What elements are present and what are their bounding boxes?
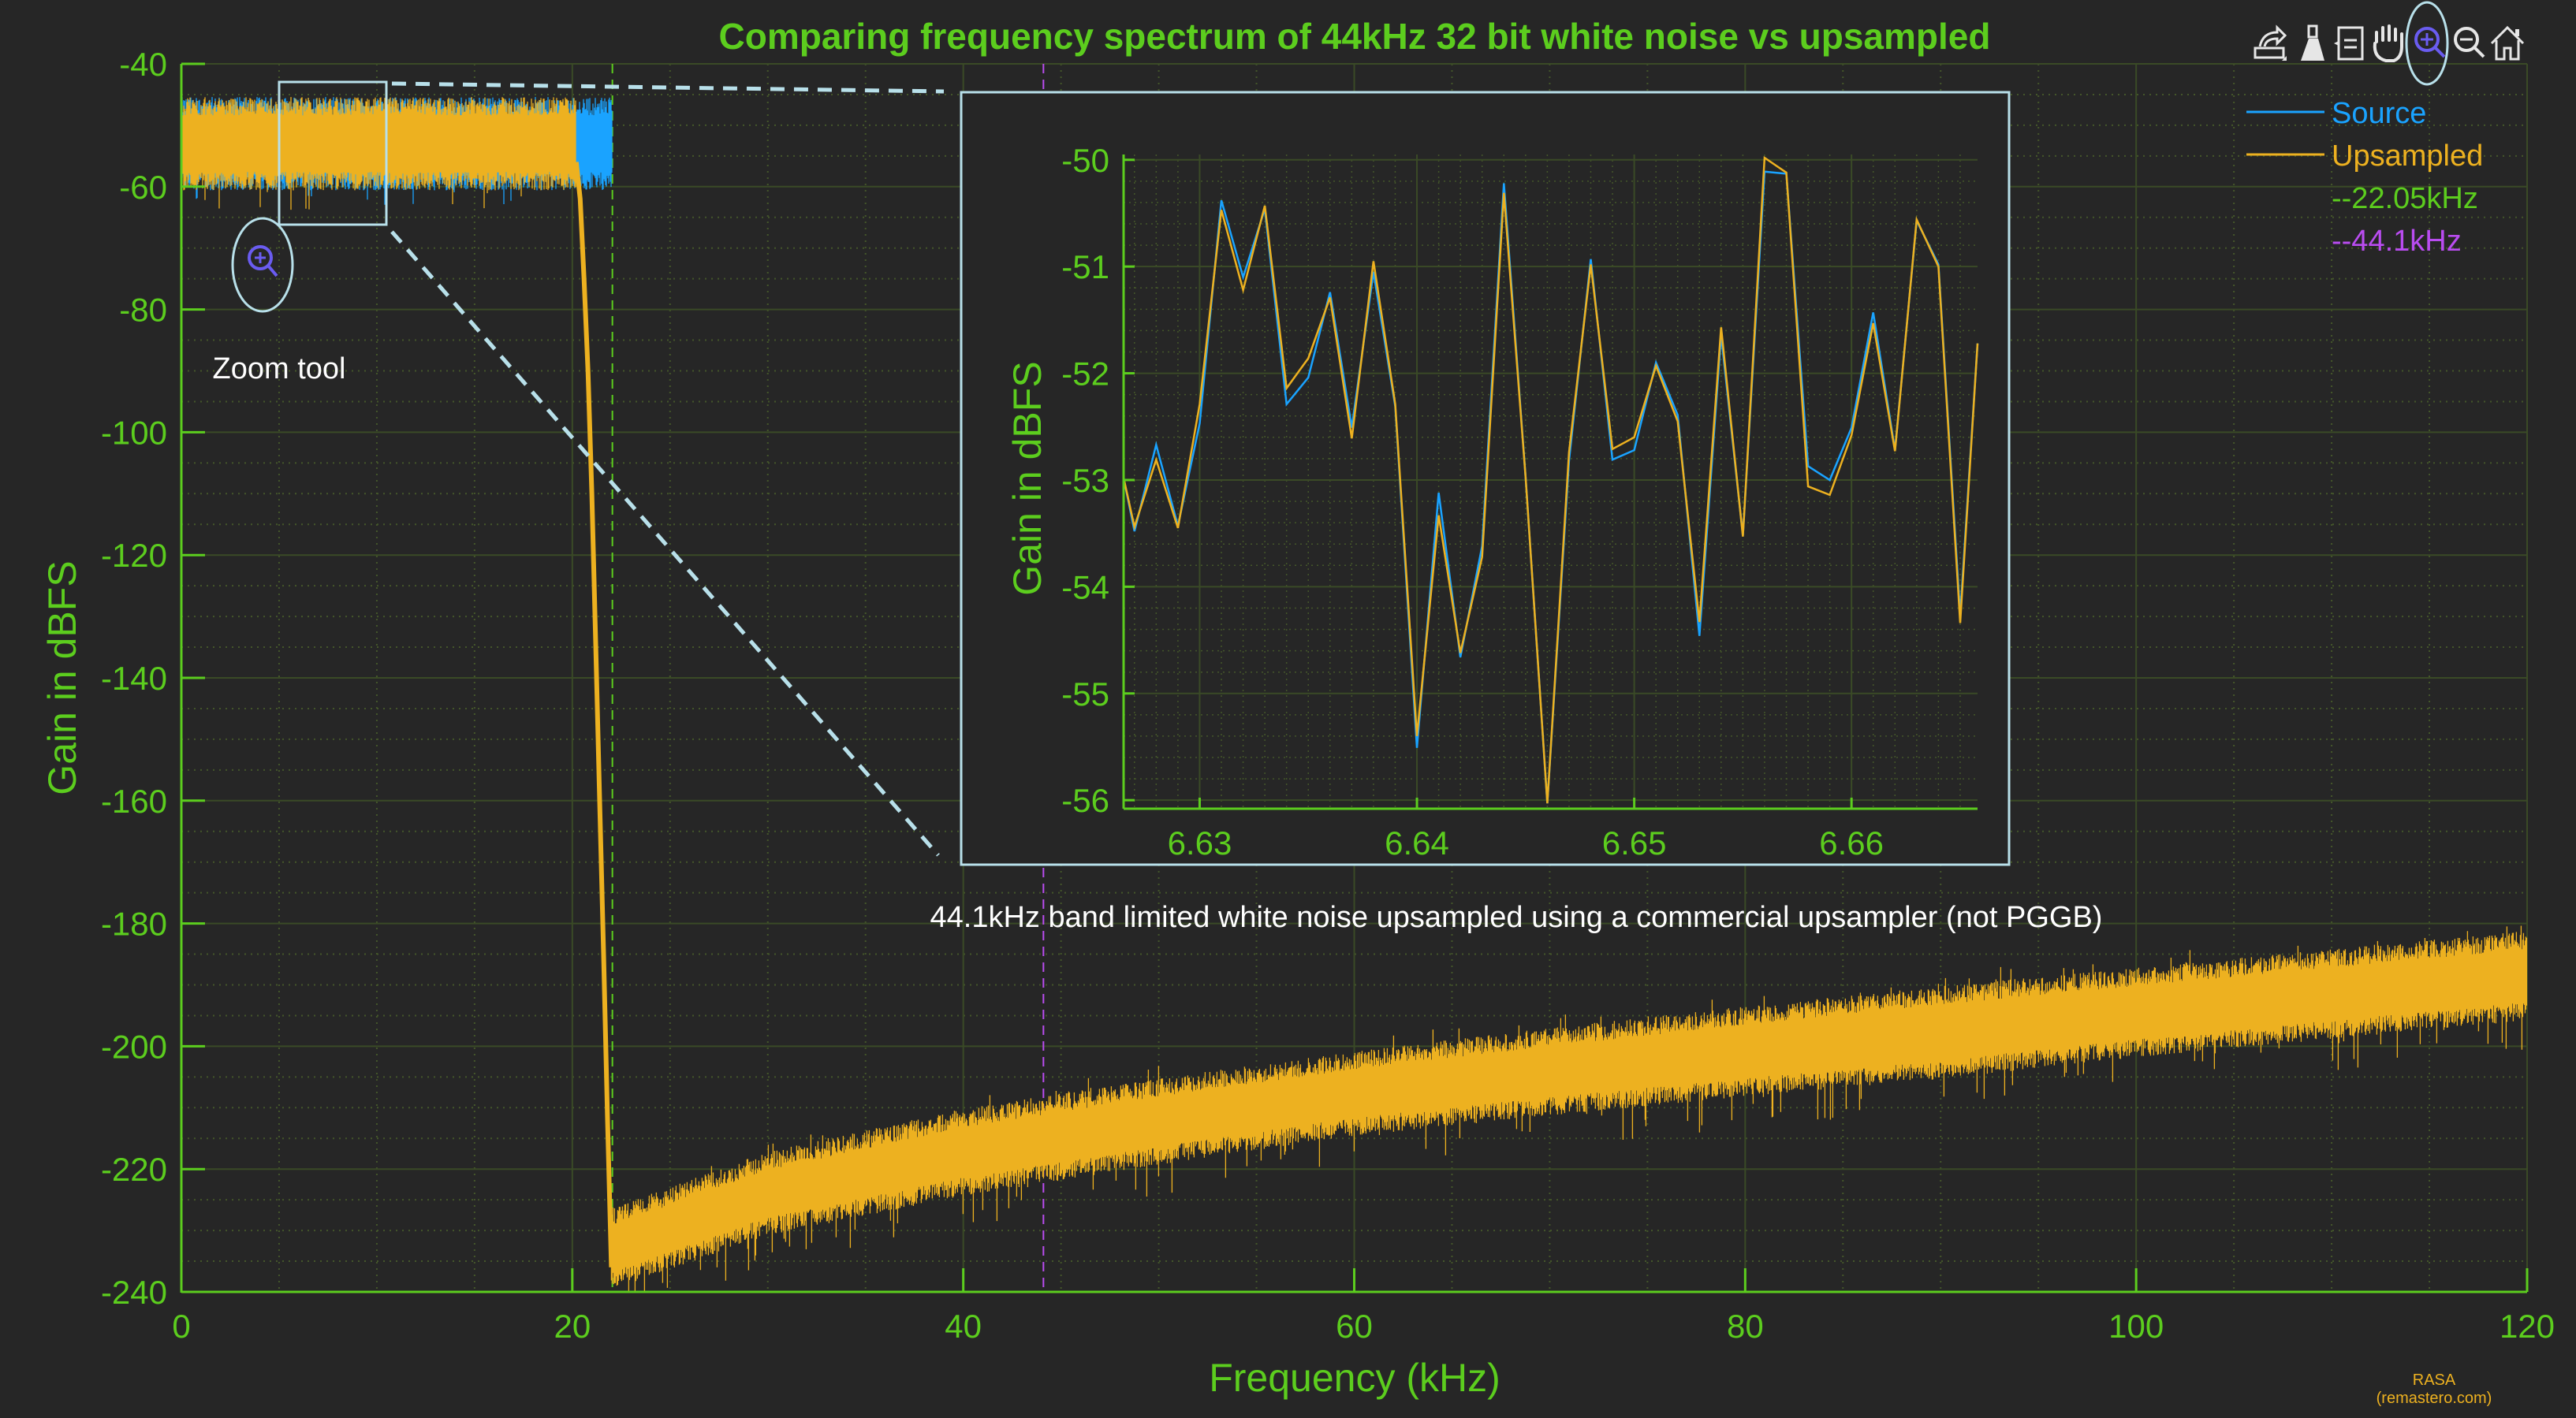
figure: Comparing frequency spectrum of 44kHz 32… (0, 0, 2576, 1418)
y-tick-label: -120 (101, 537, 167, 574)
y-axis-label: Gain in dBFS (40, 560, 84, 795)
inset-y-tick-label: -52 (1061, 355, 1109, 393)
inset-y-tick-label: -54 (1061, 568, 1109, 605)
legend-label: Upsampled (2332, 140, 2483, 173)
inset-y-tick-label: -51 (1061, 248, 1109, 285)
inset-x-tick-label: 6.65 (1602, 824, 1667, 862)
y-tick-label: -240 (101, 1274, 167, 1311)
legend-label: --44.1kHz (2332, 225, 2462, 258)
x-tick-label: 40 (945, 1308, 982, 1345)
inset-x-tick-label: 6.64 (1385, 824, 1449, 862)
credit-rasa: RASA (2413, 1371, 2456, 1389)
x-tick-label: 60 (1336, 1308, 1373, 1345)
chart-title: Comparing frequency spectrum of 44kHz 32… (719, 16, 1991, 57)
legend-label: --22.05kHz (2332, 182, 2478, 215)
x-tick-label: 20 (554, 1308, 591, 1345)
credit-url: (remastero.com) (2377, 1390, 2492, 1407)
zoom-tool-label: Zoom tool (213, 352, 346, 385)
legend-label: Source (2332, 97, 2426, 130)
inset-y-tick-label: -56 (1061, 782, 1109, 819)
x-tick-label: 120 (2500, 1308, 2555, 1345)
y-tick-label: -160 (101, 783, 167, 820)
y-tick-label: -80 (119, 292, 167, 329)
y-tick-label: -220 (101, 1151, 167, 1188)
y-tick-label: -180 (101, 906, 167, 943)
inset-zoom-panel[interactable]: 6.63 6.64 6.65 6.66 -50 -51 -52 -53 -54 -55 -56 G… (960, 91, 2011, 866)
legend-item-44-1khz[interactable]: --44.1kHz (2332, 225, 2462, 258)
y-tick-label: -100 (101, 414, 167, 451)
x-tick-label: 100 (2108, 1308, 2164, 1345)
inset-y-tick-label: -53 (1061, 462, 1109, 499)
legend-item-22-05khz[interactable]: --22.05kHz (2332, 182, 2478, 215)
inset-x-tick-label: 6.63 (1168, 824, 1232, 862)
x-axis-label: Frequency (kHz) (1209, 1356, 1500, 1400)
y-tick-label: -200 (101, 1028, 167, 1065)
description-annotation: 44.1kHz band limited white noise upsampl… (930, 901, 2103, 934)
inset-y-axis-label: Gain in dBFS (1005, 361, 1049, 595)
y-tick-label: -60 (119, 169, 167, 206)
inset-y-tick-label: -55 (1061, 676, 1109, 713)
inset-y-tick-label: -50 (1061, 142, 1109, 179)
y-tick-label: -40 (119, 46, 167, 83)
x-tick-label: 80 (1727, 1308, 1764, 1345)
x-tick-label: 0 (172, 1308, 190, 1345)
inset-x-tick-label: 6.66 (1819, 824, 1884, 862)
y-tick-label: -140 (101, 660, 167, 697)
